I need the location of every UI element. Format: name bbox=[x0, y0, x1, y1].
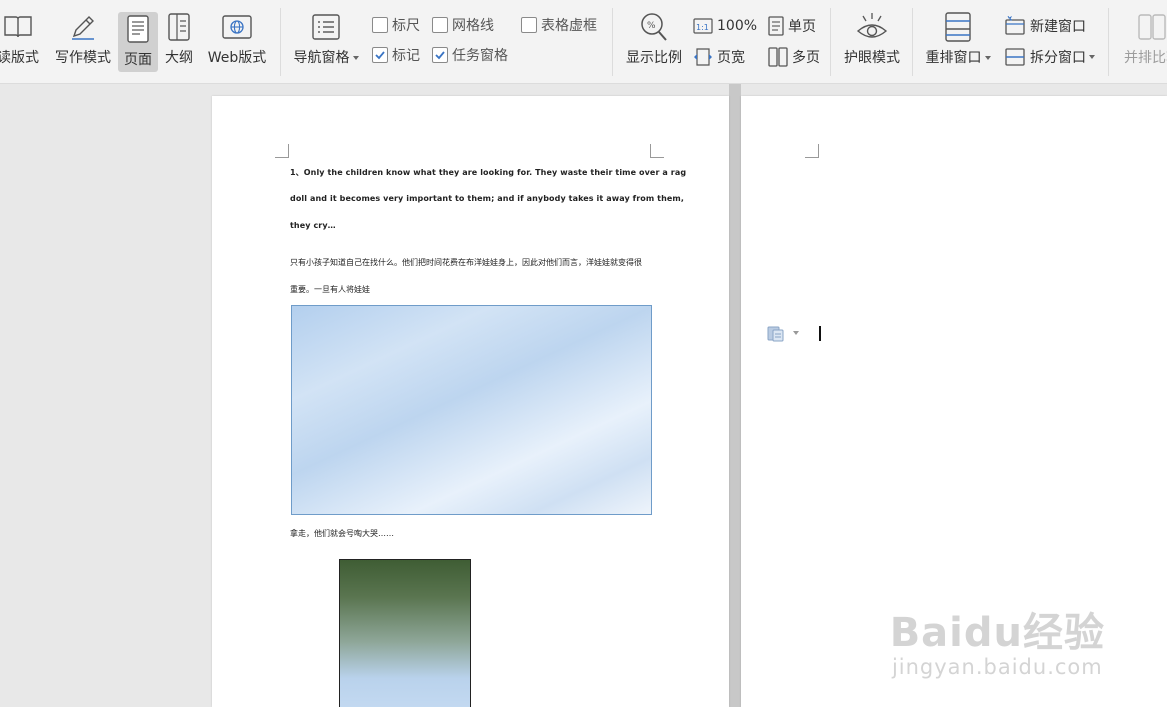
split-window-icon bbox=[1004, 47, 1026, 67]
ribbon-separator bbox=[912, 8, 913, 76]
ribbon-separator bbox=[1108, 8, 1109, 76]
svg-text:%: % bbox=[647, 21, 656, 31]
ruler-label: 标尺 bbox=[392, 18, 420, 34]
chevron-down-icon bbox=[1089, 55, 1095, 59]
book-icon bbox=[3, 10, 33, 44]
split-window-button[interactable]: 拆分窗口 bbox=[1004, 45, 1095, 69]
multi-page-icon bbox=[768, 47, 788, 67]
ribbon-separator bbox=[830, 8, 831, 76]
inserted-image-landscape[interactable] bbox=[339, 559, 471, 707]
checkbox-box bbox=[432, 47, 448, 63]
new-window-icon bbox=[1004, 16, 1026, 36]
read-mode-button[interactable]: 读版式 bbox=[0, 10, 44, 74]
page-width-button[interactable]: 页宽 bbox=[693, 45, 745, 69]
web-layout-button[interactable]: Web版式 bbox=[202, 10, 272, 74]
single-page-label: 单页 bbox=[788, 19, 816, 35]
read-mode-label: 读版式 bbox=[0, 50, 39, 66]
marks-checkbox[interactable]: 标记 bbox=[372, 44, 420, 66]
english-text-line[interactable]: doll and it becomes very important to th… bbox=[290, 194, 684, 203]
ribbon-separator bbox=[280, 8, 281, 76]
chevron-down-icon bbox=[984, 56, 991, 60]
zoom-button[interactable]: % 显示比例 bbox=[620, 10, 688, 74]
single-page-icon bbox=[768, 16, 784, 36]
baidu-watermark: Baidu经验 jingyan.baidu.com bbox=[890, 611, 1105, 679]
split-window-label: 拆分窗口 bbox=[1030, 50, 1086, 66]
gridlines-checkbox[interactable]: 网格线 bbox=[432, 14, 494, 36]
checkbox-box bbox=[372, 47, 388, 63]
eye-icon bbox=[855, 10, 889, 44]
chinese-text-line[interactable]: 只有小孩子知道自己在找什么。他们把时间花费在布洋娃娃身上，因此对他们而言，洋娃娃… bbox=[290, 257, 642, 268]
write-mode-button[interactable]: 写作模式 bbox=[50, 10, 116, 74]
page-view-button[interactable]: 页面 bbox=[118, 12, 158, 72]
page-gap bbox=[729, 84, 741, 707]
zoom-100-label: 100% bbox=[717, 18, 758, 34]
multi-page-label: 多页 bbox=[792, 50, 820, 66]
page-icon bbox=[126, 12, 150, 46]
side-by-side-icon bbox=[1137, 10, 1167, 44]
nav-pane-button[interactable]: 导航窗格 bbox=[288, 10, 364, 74]
marks-label: 标记 bbox=[392, 48, 420, 64]
chinese-text-line[interactable]: 重要。一旦有人将娃娃 bbox=[290, 284, 370, 295]
web-icon bbox=[221, 10, 253, 44]
margin-corner-mark bbox=[805, 144, 819, 158]
ruler-checkbox[interactable]: 标尺 bbox=[372, 14, 420, 36]
zoom-100-button[interactable]: 1:1 100% bbox=[693, 14, 757, 38]
ribbon-separator bbox=[612, 8, 613, 76]
chevron-down-icon bbox=[793, 331, 799, 335]
single-page-button[interactable]: 单页 bbox=[768, 14, 816, 38]
watermark-url: jingyan.baidu.com bbox=[891, 655, 1103, 679]
outline-label: 大纲 bbox=[165, 50, 193, 66]
paste-options-button[interactable] bbox=[767, 324, 799, 342]
english-text-line[interactable]: 1、Only the children know what they are l… bbox=[290, 167, 686, 178]
eye-mode-label: 护眼模式 bbox=[844, 50, 900, 66]
page-width-icon bbox=[693, 48, 713, 66]
ribbon-toolbar: 读版式 写作模式 页面 大纲 Web版式 导航窗格 标尺 网格线 表格虚框 标记… bbox=[0, 0, 1167, 84]
magnifier-icon: % bbox=[639, 10, 669, 44]
gridlines-label: 网格线 bbox=[452, 18, 494, 34]
text-cursor bbox=[819, 326, 821, 341]
arrange-windows-icon bbox=[943, 10, 973, 44]
pen-icon bbox=[68, 10, 98, 44]
outline-icon bbox=[167, 10, 191, 44]
margin-corner-mark bbox=[650, 144, 664, 158]
table-gridlines-checkbox[interactable]: 表格虚框 bbox=[521, 14, 597, 36]
table-gridlines-label: 表格虚框 bbox=[541, 18, 597, 34]
nav-pane-icon bbox=[311, 10, 341, 44]
english-text-line[interactable]: they cry… bbox=[290, 221, 336, 230]
one-to-one-icon: 1:1 bbox=[693, 18, 713, 34]
multi-page-button[interactable]: 多页 bbox=[768, 45, 820, 69]
arrange-windows-label: 重排窗口 bbox=[925, 50, 982, 66]
chinese-text-line[interactable]: 拿走，他们就会号啕大哭…… bbox=[290, 528, 394, 539]
new-window-label: 新建窗口 bbox=[1030, 19, 1086, 35]
checkbox-box bbox=[521, 17, 537, 33]
task-pane-label: 任务窗格 bbox=[452, 48, 508, 64]
watermark-logo: Baidu经验 bbox=[889, 610, 1105, 656]
page-view-label: 页面 bbox=[124, 52, 152, 68]
write-mode-label: 写作模式 bbox=[55, 50, 111, 66]
paste-icon bbox=[767, 326, 784, 342]
zoom-label: 显示比例 bbox=[626, 50, 682, 66]
checkbox-box bbox=[432, 17, 448, 33]
inserted-image-blue[interactable] bbox=[291, 305, 652, 515]
document-page-1[interactable]: 1、Only the children know what they are l… bbox=[212, 96, 729, 707]
document-page-2[interactable]: Baidu经验 jingyan.baidu.com bbox=[741, 96, 1167, 707]
page-width-label: 页宽 bbox=[717, 50, 745, 66]
task-pane-checkbox[interactable]: 任务窗格 bbox=[432, 44, 508, 66]
web-layout-label: Web版式 bbox=[207, 50, 267, 66]
side-by-side-label: 并排比较 bbox=[1124, 50, 1167, 66]
outline-button[interactable]: 大纲 bbox=[162, 10, 196, 74]
margin-corner-mark bbox=[275, 144, 289, 158]
chevron-down-icon bbox=[352, 56, 359, 60]
arrange-windows-button[interactable]: 重排窗口 bbox=[920, 10, 996, 74]
nav-pane-label: 导航窗格 bbox=[293, 50, 350, 66]
eye-mode-button[interactable]: 护眼模式 bbox=[838, 10, 906, 74]
svg-text:1:1: 1:1 bbox=[696, 23, 709, 32]
new-window-button[interactable]: 新建窗口 bbox=[1004, 14, 1086, 38]
checkbox-box bbox=[372, 17, 388, 33]
side-by-side-button[interactable]: 并排比较 bbox=[1116, 10, 1167, 74]
